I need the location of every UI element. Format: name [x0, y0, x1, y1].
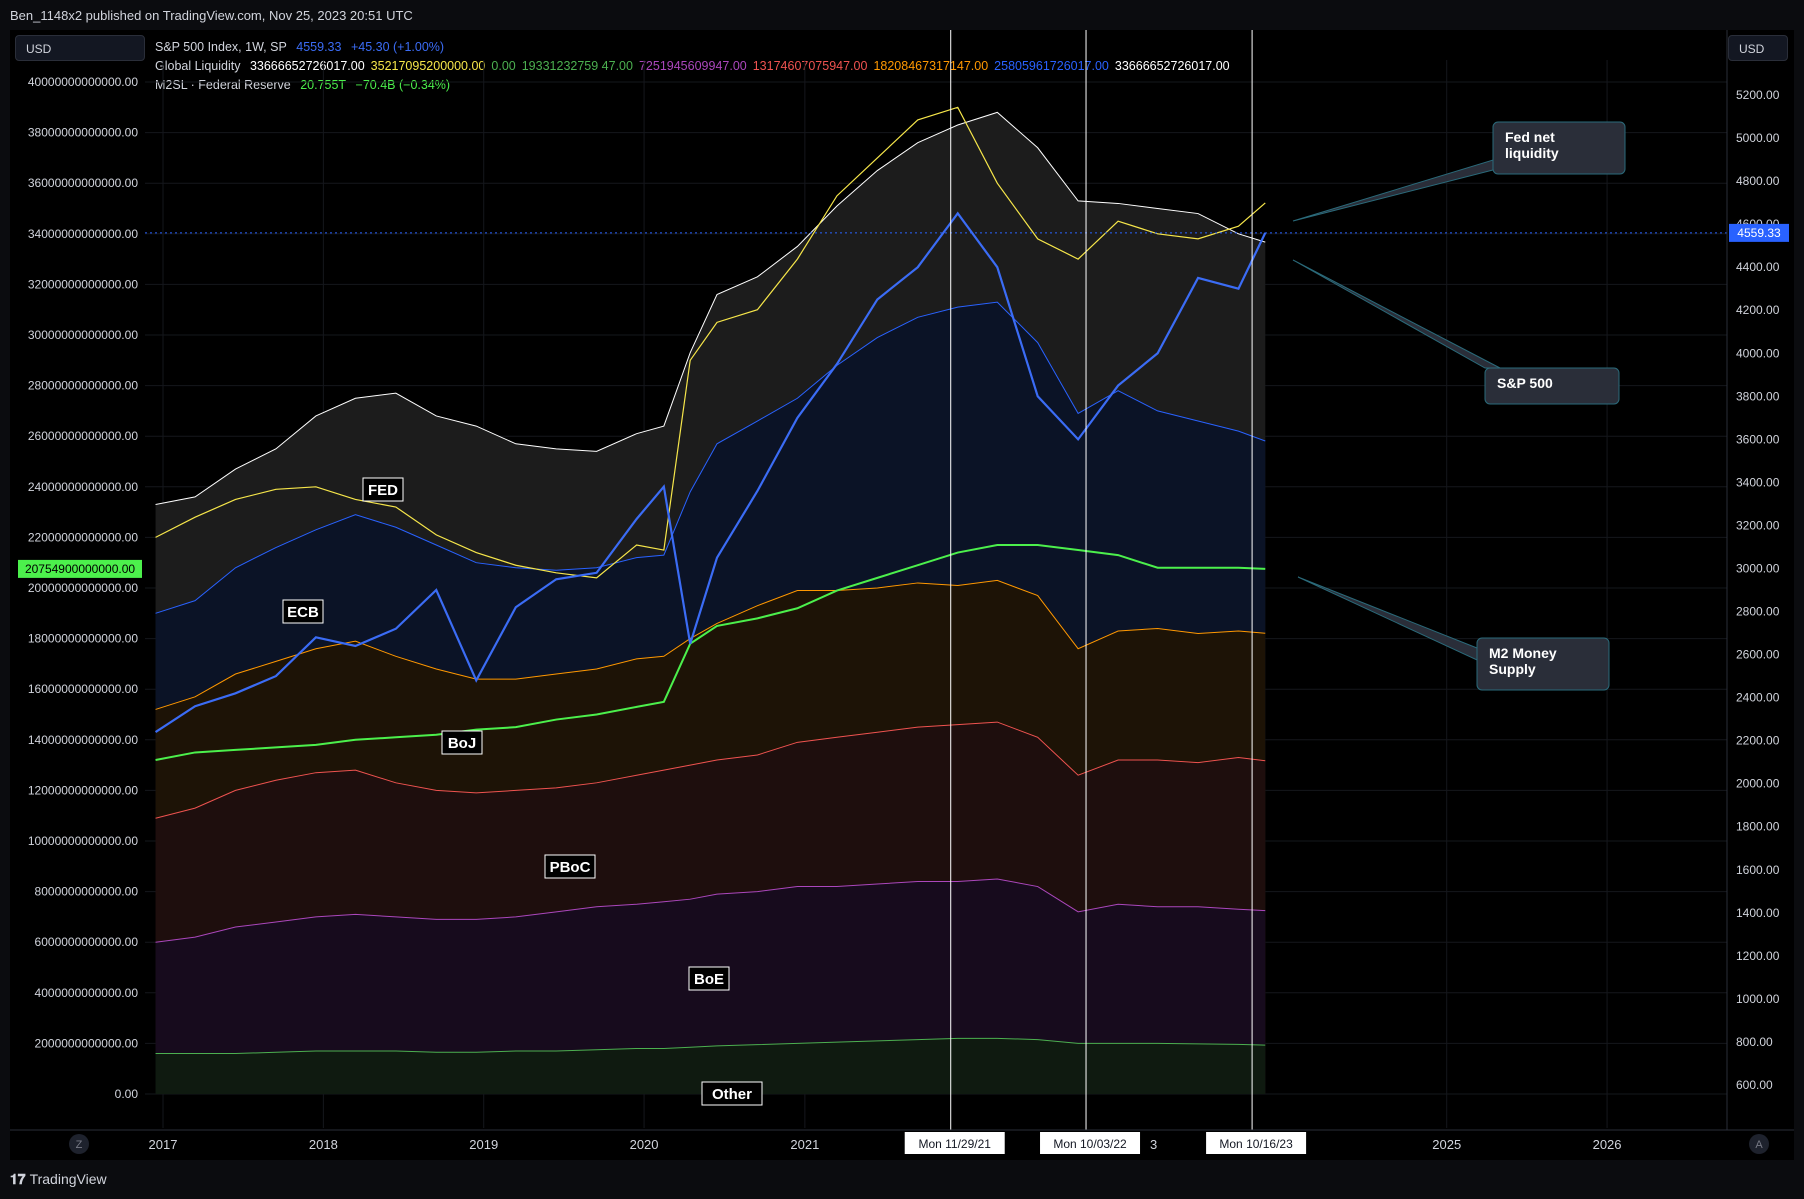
- legend-sp500[interactable]: S&P 500 Index, 1W, SP 4559.33 +45.30 (+1…: [155, 38, 1236, 57]
- legend-global-liquidity[interactable]: Global Liquidity 33666652726017.00 352170…: [155, 57, 1236, 76]
- legend-gl-value: 33666652726017.00: [249, 59, 365, 73]
- right-currency-button[interactable]: USD: [1728, 35, 1788, 61]
- legend-m2-name: M2SL · Federal Reserve: [155, 78, 291, 92]
- legend-gl-value: 7251945609947.00: [638, 59, 747, 73]
- legend-sp500-value: 4559.33: [296, 40, 342, 54]
- publish-info: Ben_1148x2 published on TradingView.com,…: [10, 8, 413, 23]
- legend-gl-value: 18208467317147.00: [873, 59, 989, 73]
- legend-gl-name: Global Liquidity: [155, 59, 241, 73]
- legend-gl-value: 25805961726017.00: [994, 59, 1109, 73]
- left-currency-label: USD: [26, 42, 52, 56]
- tradingview-logo[interactable]: 𝟏𝟕 TradingView: [10, 1171, 107, 1188]
- legend-sp500-name: S&P 500 Index, 1W, SP: [155, 40, 287, 54]
- chart-frame: [10, 30, 1794, 1160]
- legend-gl-value: 33666652726017.00: [1114, 59, 1230, 73]
- tradingview-brand: TradingView: [29, 1171, 107, 1187]
- legend-gl-value: 35217095200000.00: [370, 59, 486, 73]
- legend-m2-change: −70.4B (−0.34%): [355, 78, 451, 92]
- legend-gl-value: 13174607075947.00: [752, 59, 868, 73]
- footer-bar: [0, 1160, 1804, 1199]
- legend-gl-value: 19331232759 47.00: [521, 59, 633, 73]
- publish-bar: Ben_1148x2 published on TradingView.com,…: [0, 0, 1804, 30]
- legend-gl-value: 0.00: [491, 59, 516, 73]
- legend-sp500-change: +45.30 (+1.00%): [350, 40, 445, 54]
- right-currency-label: USD: [1739, 42, 1765, 56]
- tradingview-logo-icon: 𝟏𝟕: [10, 1171, 26, 1187]
- chart-legend: S&P 500 Index, 1W, SP 4559.33 +45.30 (+1…: [155, 38, 1236, 95]
- left-currency-button[interactable]: USD: [15, 35, 145, 61]
- legend-m2[interactable]: M2SL · Federal Reserve 20.755T −70.4B (−…: [155, 76, 1236, 95]
- legend-m2-value: 20.755T: [300, 78, 347, 92]
